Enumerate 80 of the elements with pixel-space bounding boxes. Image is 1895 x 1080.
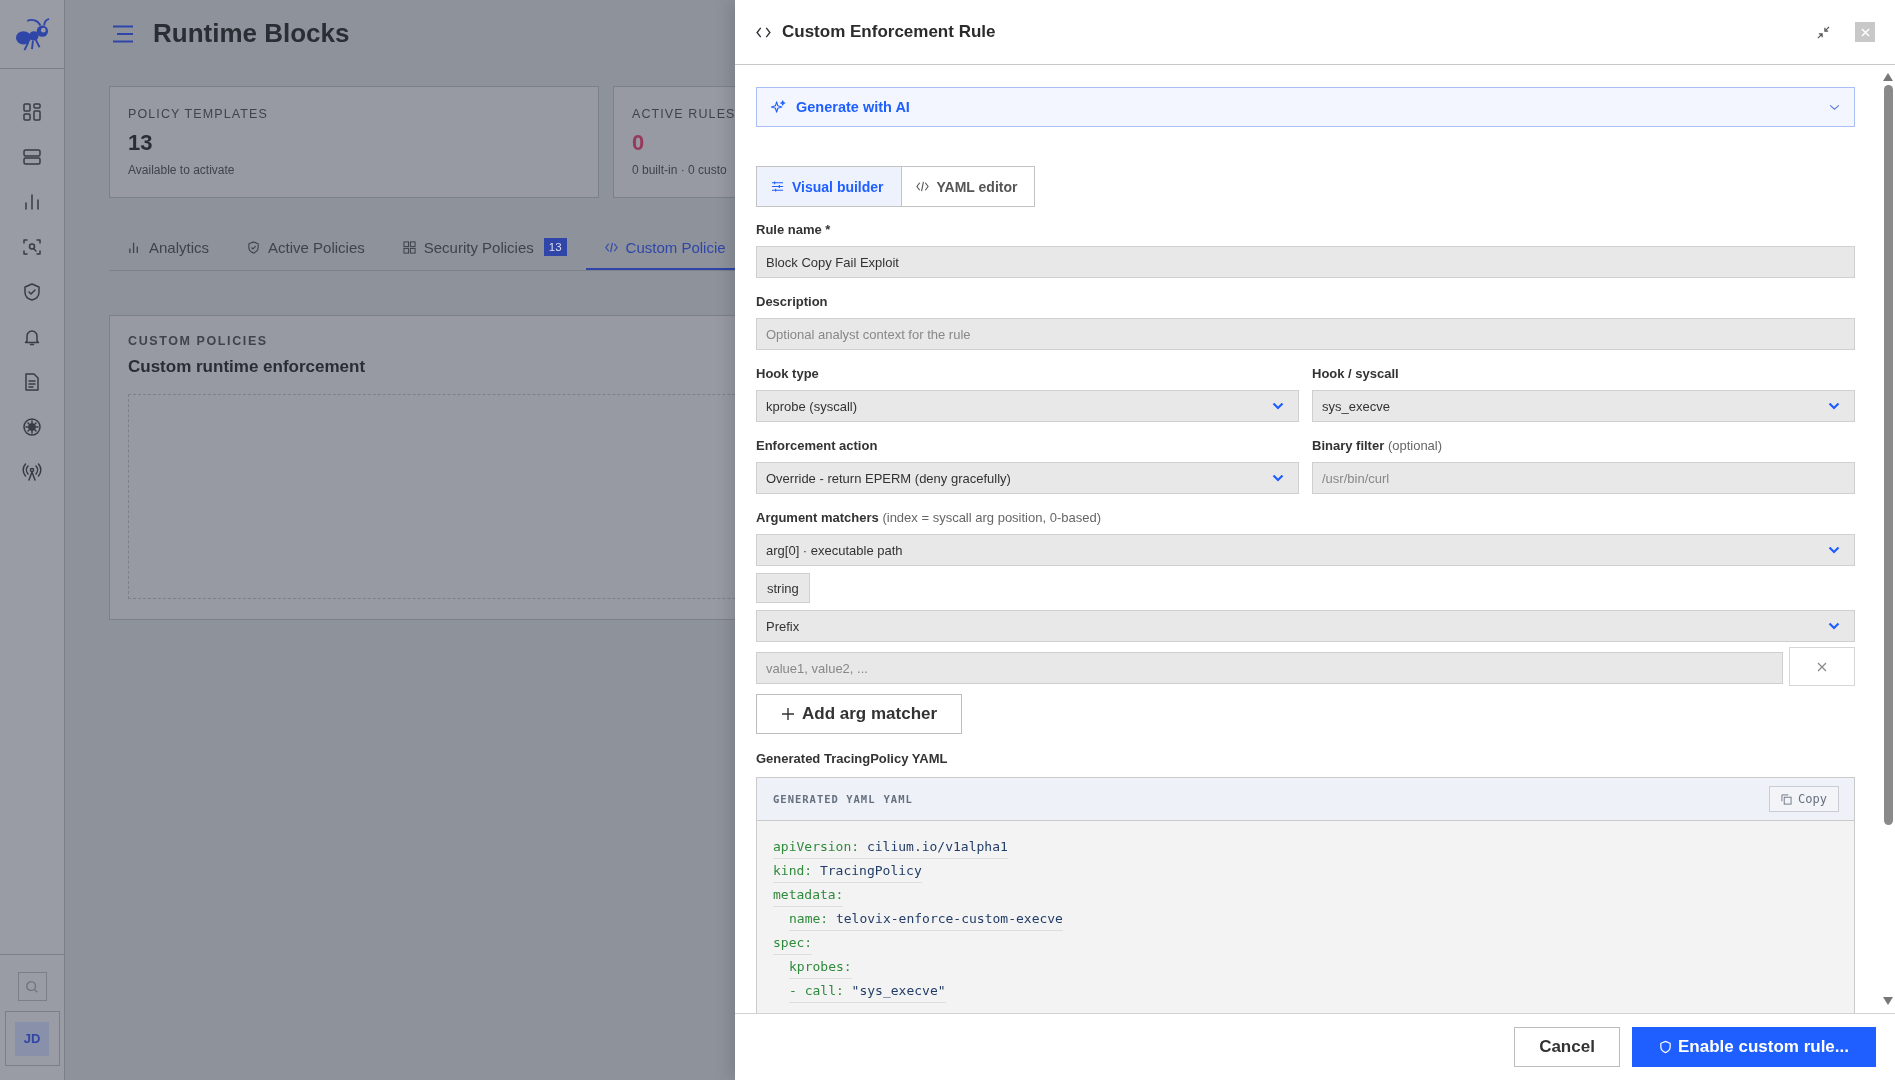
sparkle-icon (771, 99, 786, 115)
wheel-icon[interactable] (22, 417, 42, 437)
grid-icon[interactable] (22, 102, 42, 122)
stat-value: 13 (128, 130, 154, 156)
field-label: Hook type (756, 366, 820, 382)
ai-generate-toggle[interactable]: Generate with AI (756, 87, 1855, 127)
scroll-down-icon[interactable] (1883, 997, 1893, 1005)
shield-icon[interactable] (22, 282, 42, 302)
stat-note: Available to activate (128, 163, 236, 177)
field-label: Binary filter (optional) (1312, 438, 1444, 454)
grid-icon (402, 240, 416, 254)
chevron-down-icon (1272, 402, 1284, 410)
bar-chart-icon[interactable] (22, 192, 42, 212)
section-title: Custom runtime enforcement (128, 357, 367, 377)
code-header: GENERATED YAML (773, 793, 876, 805)
select-field[interactable]: Prefix (756, 610, 1855, 642)
select-field[interactable]: arg[0] · executable path (756, 534, 1855, 566)
field-label: Hook / syscall (1312, 366, 1400, 382)
code-line: apiVersion: cilium.io/v1alpha1 (773, 836, 1008, 859)
select-field[interactable]: kprobe (syscall) (756, 390, 1299, 422)
stat-label: POLICY TEMPLATES (128, 107, 269, 121)
code-icon (915, 180, 929, 193)
document-icon[interactable] (22, 372, 42, 392)
code-line: kind: TracingPolicy (773, 860, 922, 883)
copy-button[interactable]: Copy (1769, 786, 1839, 812)
field-label: Rule name * (756, 222, 832, 238)
chevron-down-icon (1828, 402, 1840, 410)
field-label: Generated TracingPolicy YAML (756, 751, 949, 767)
code-line: - call: "sys_execve" (789, 980, 946, 1003)
field-label: Enforcement action (756, 438, 879, 454)
code-line: name: telovix-enforce-custom-execve (789, 908, 1063, 931)
chevron-down-icon (1828, 622, 1840, 630)
code-line: spec: (773, 932, 813, 955)
page-title: Runtime Blocks (153, 18, 350, 49)
sliders-icon (771, 180, 784, 193)
panel-title: Custom Enforcement Rule (782, 22, 996, 42)
close-icon (1817, 661, 1827, 672)
type-tag: string (756, 573, 810, 603)
collapse-icon[interactable] (1817, 25, 1830, 39)
input-field[interactable]: Block Copy Fail Exploit (756, 246, 1855, 278)
mode-tab[interactable]: Visual builder (756, 166, 902, 207)
shield-icon (1659, 1040, 1672, 1054)
close-icon (1860, 27, 1870, 37)
input-field[interactable]: value1, value2, ... (756, 652, 1783, 684)
enable-rule-button[interactable]: Enable custom rule... (1632, 1027, 1876, 1067)
stat-label: ACTIVE RULES (632, 107, 735, 121)
code-line: kprobes: (789, 956, 852, 979)
code-line: metadata: (773, 884, 844, 907)
mode-tab[interactable]: YAML editor (901, 166, 1036, 207)
server-icon[interactable] (22, 147, 42, 167)
copy-icon (1781, 793, 1793, 805)
bell-icon[interactable] (22, 327, 42, 347)
scroll-up-icon[interactable] (1883, 73, 1893, 81)
section-eyebrow: CUSTOM POLICIES (128, 334, 269, 348)
field-label: Argument matchers (index = syscall arg position, 0-based) (756, 510, 1102, 526)
ant-logo-icon (13, 17, 51, 51)
input-field[interactable]: /usr/bin/curl (1312, 462, 1855, 494)
select-field[interactable]: Override - return EPERM (deny gracefully) (756, 462, 1299, 494)
add-matcher-button[interactable]: Add arg matcher (756, 694, 963, 734)
chevron-down-icon (1272, 474, 1284, 482)
stat-value: 0 (632, 130, 646, 156)
bar-chart-icon (128, 240, 141, 254)
tab[interactable]: Security Policies 13 (383, 226, 586, 270)
code-icon (604, 240, 618, 254)
code-icon (756, 26, 771, 38)
language-label: YAML (883, 793, 913, 805)
plus-icon (782, 708, 794, 720)
select-field[interactable]: sys_execve (1312, 390, 1855, 422)
menu-icon[interactable] (112, 24, 134, 43)
shield-icon (247, 240, 261, 254)
input-field[interactable]: Optional analyst context for the rule (756, 318, 1855, 350)
chevron-down-icon (1828, 546, 1840, 554)
chevron-down-icon (1829, 103, 1840, 111)
search-icon (25, 979, 39, 994)
cancel-button[interactable]: Cancel (1514, 1027, 1620, 1067)
antenna-icon[interactable] (22, 462, 42, 482)
count-badge: 13 (543, 238, 567, 256)
field-label: Description (756, 294, 829, 310)
scan-icon[interactable] (22, 237, 42, 257)
stat-note: 0 built-in · 0 custo (632, 163, 728, 177)
